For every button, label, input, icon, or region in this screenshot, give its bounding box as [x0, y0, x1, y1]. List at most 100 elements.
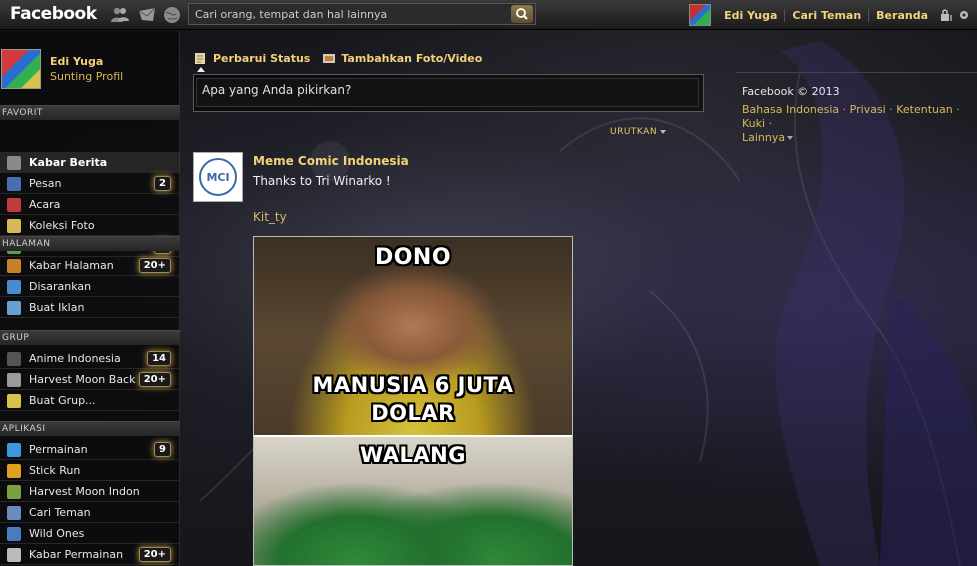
sidebar-item-favorites[interactable]: Acara [0, 194, 180, 215]
sidebar-item-label: Wild Ones [29, 527, 85, 540]
tab-add-photo[interactable]: Tambahkan Foto/Video [322, 50, 482, 66]
sidebar-item-label: Anime Indonesia [29, 352, 121, 365]
photo-camera-icon [323, 54, 336, 63]
sidebar-item-pages[interactable]: Kabar Halaman 20+ [0, 255, 180, 276]
footer-link-more[interactable]: Lainnya [742, 131, 785, 144]
friend-requests-icon[interactable] [110, 5, 130, 25]
chevron-down-icon [660, 129, 667, 134]
count-badge: 20+ [138, 547, 171, 562]
meme-caption-3: DOLAR [371, 401, 455, 425]
sidebar-item-icon [7, 198, 21, 212]
sidebar-item-pages[interactable]: Buat Iklan [0, 297, 180, 318]
sidebar-item-apps[interactable]: Kabar Permainan 20+ [0, 544, 180, 565]
sidebar-item-apps[interactable]: Harvest Moon Indonesia [0, 481, 180, 502]
edit-profile-link[interactable]: Sunting Profil [50, 70, 123, 83]
messages-icon[interactable] [137, 5, 157, 25]
top-navigation-bar: Facebook Edi Yuga Cari Teman Beranda [0, 0, 977, 30]
sidebar-item-apps[interactable]: Permainan 9 [0, 439, 180, 460]
section-header-groups: GRUP [0, 330, 180, 345]
sidebar-item-favorites[interactable]: Koleksi Foto [0, 215, 180, 236]
mci-logo: MCI [199, 158, 237, 196]
sidebar-item-label: Harvest Moon Back ... [29, 373, 139, 386]
sidebar-item-apps[interactable]: Wild Ones [0, 523, 180, 544]
sidebar-item-label: Stick Run [29, 464, 81, 477]
tab-update-status[interactable]: Perbarui Status [194, 50, 310, 66]
footer-link-terms[interactable]: Ketentuan [896, 103, 952, 116]
sidebar-item-groups[interactable]: Anime Indonesia 14 [0, 348, 180, 369]
sidebar-item-icon [7, 464, 21, 478]
search-button[interactable] [511, 5, 533, 23]
section-header-apps: APLIKASI [0, 421, 180, 436]
sidebar-item-favorites[interactable]: Pesan 2 [0, 173, 180, 194]
post-tagged-user[interactable]: Kit_ty [253, 210, 287, 224]
sidebar-item-icon [7, 219, 21, 233]
mci-logo-text: MCI [206, 170, 230, 184]
count-badge: 14 [147, 351, 171, 366]
post-author-avatar[interactable]: MCI [193, 152, 243, 202]
composer-placeholder[interactable]: Apa yang Anda pikirkan? [202, 83, 351, 97]
sidebar-item-label: Koleksi Foto [29, 219, 95, 232]
post-image[interactable]: DONO MANUSIA 6 JUTA DOLAR WALANG [253, 236, 573, 566]
left-sidebar: Edi Yuga Sunting Profil FAVORIT Kabar Be… [0, 31, 180, 566]
meme-caption-1: DONO [374, 245, 452, 270]
count-badge: 20+ [138, 258, 171, 273]
sidebar-item-icon [7, 485, 21, 499]
notifications-globe-icon[interactable] [162, 5, 182, 25]
sidebar-item-groups[interactable]: Harvest Moon Back ... 20+ [0, 369, 180, 390]
footer-link-language[interactable]: Bahasa Indonesia [742, 103, 839, 116]
profile-picture[interactable] [1, 49, 41, 89]
active-tab-caret [197, 67, 205, 72]
sort-dropdown[interactable]: URUTKAN [610, 127, 667, 137]
count-badge: 2 [154, 176, 171, 191]
find-friends-link[interactable]: Cari Teman [785, 8, 870, 22]
footer-sep: · [885, 103, 897, 116]
tab-add-photo-label: Tambahkan Foto/Video [341, 51, 483, 65]
sidebar-item-label: Kabar Berita [29, 156, 108, 169]
sidebar-item-label: Kabar Permainan [29, 548, 124, 561]
composer-tabs: Perbarui Status Tambahkan Foto/Video [194, 50, 494, 66]
search-icon [516, 8, 528, 20]
post-author-name[interactable]: Meme Comic Indonesia [253, 154, 409, 168]
sidebar-item-label: Permainan [29, 443, 88, 456]
sidebar-item-icon [7, 301, 21, 315]
sidebar-item-icon [7, 548, 21, 562]
tab-update-status-label: Perbarui Status [213, 51, 311, 65]
profile-name[interactable]: Edi Yuga [50, 55, 103, 68]
sort-label: URUTKAN [610, 127, 658, 137]
sidebar-item-label: Disarankan [29, 280, 92, 293]
user-avatar-small[interactable] [689, 4, 712, 26]
privacy-lock-icon[interactable] [939, 8, 953, 22]
sidebar-item-label: Buat Grup... [29, 394, 96, 407]
right-column-divider [736, 72, 977, 73]
copyright-text: Facebook © 2013 [742, 85, 840, 98]
footer-sep: · [952, 103, 960, 116]
search-box [188, 3, 536, 25]
sidebar-item-label: Acara [29, 198, 61, 211]
profile-link[interactable]: Edi Yuga [717, 8, 786, 22]
sidebar-item-label: Harvest Moon Indonesia [29, 485, 139, 498]
settings-gear-icon[interactable] [957, 8, 971, 22]
search-input[interactable] [189, 4, 511, 24]
sidebar-item-icon [7, 259, 21, 273]
sidebar-item-label: Pesan [29, 177, 62, 190]
count-badge: 20+ [138, 372, 171, 387]
sidebar-item-pages[interactable]: Disarankan [0, 276, 180, 297]
sidebar-item-apps[interactable]: Stick Run [0, 460, 180, 481]
sidebar-item-groups[interactable]: Buat Grup... [0, 390, 180, 411]
sidebar-item-apps[interactable]: Cari Teman [0, 502, 180, 523]
sidebar-item-label: Kabar Halaman [29, 259, 114, 272]
home-link[interactable]: Beranda [869, 9, 935, 22]
status-composer[interactable]: Apa yang Anda pikirkan? [193, 74, 704, 112]
footer-sep: · [839, 103, 850, 116]
sidebar-item-icon [7, 280, 21, 294]
footer-link-cookies[interactable]: Kuki [742, 117, 765, 130]
facebook-logo[interactable]: Facebook [10, 4, 97, 24]
sidebar-item-icon [7, 527, 21, 541]
status-pencil-icon [195, 53, 205, 64]
sidebar-item-icon [7, 373, 21, 387]
top-right-links: Edi Yuga Cari Teman Beranda [689, 3, 971, 27]
profile-summary: Edi Yuga Sunting Profil [0, 49, 180, 93]
footer-link-privacy[interactable]: Privasi [850, 103, 886, 116]
section-header-pages: HALAMAN [0, 236, 180, 251]
sidebar-item-favorites[interactable]: Kabar Berita [0, 152, 180, 173]
